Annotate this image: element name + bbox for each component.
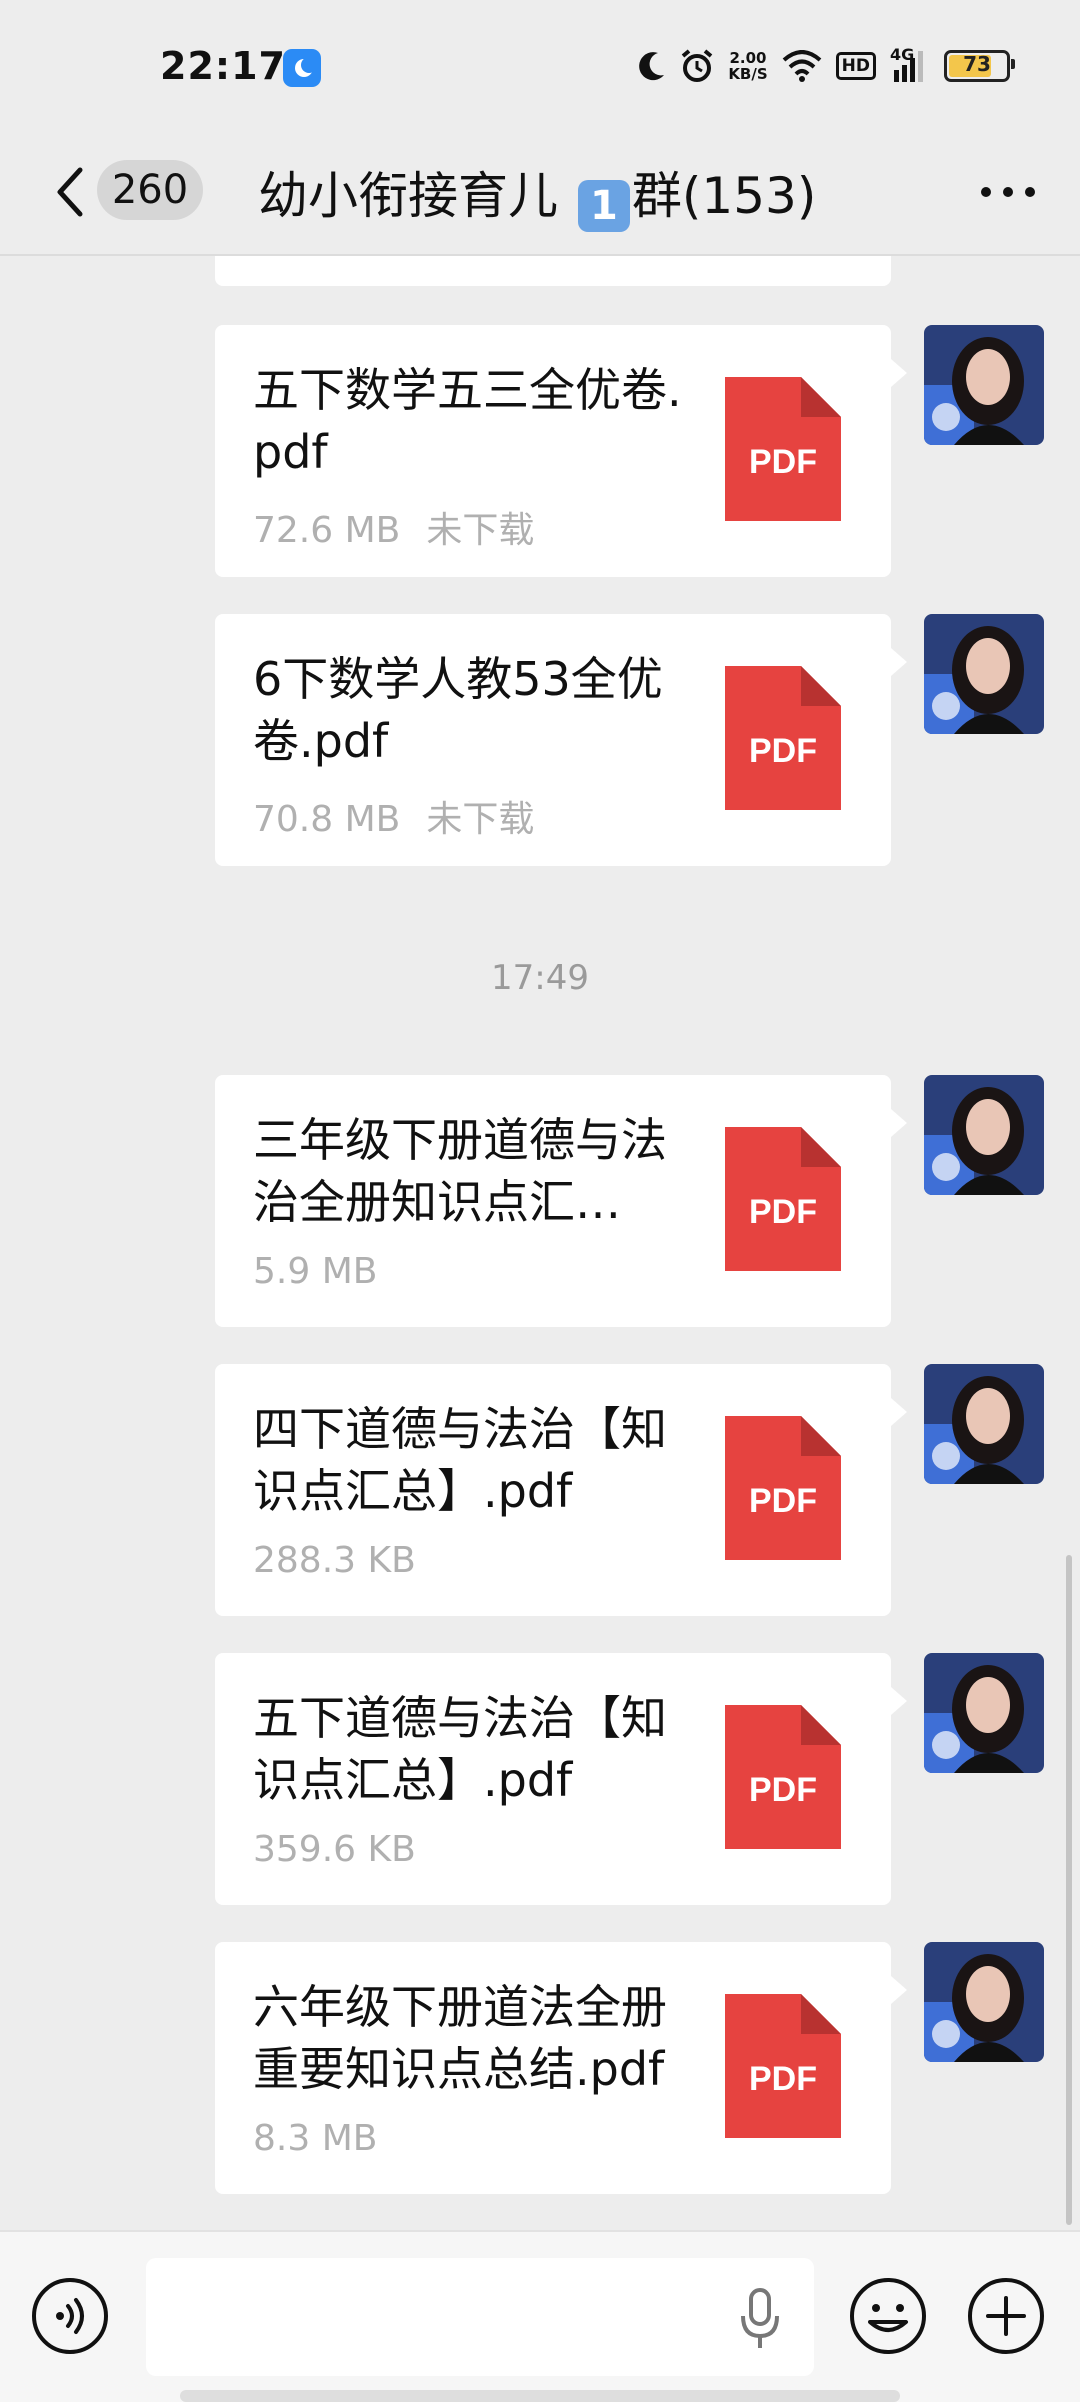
avatar-image	[924, 325, 1044, 445]
avatar[interactable]	[924, 614, 1044, 734]
pdf-icon: PDF	[725, 377, 841, 521]
file-name: 三年级下册道德与法治全册知识点汇…	[253, 1113, 667, 1229]
keycap-one-icon: 1	[577, 180, 630, 232]
net-speed-unit: KB/S	[728, 65, 768, 83]
pdf-label: PDF	[749, 1482, 817, 1520]
chat-title-suffix: 群(153)	[631, 167, 817, 225]
file-size: 5.9 MB	[253, 1251, 378, 1292]
file-name: 五下数学五三全优卷.pdf	[253, 363, 682, 479]
file-size: 359.6 KB	[253, 1829, 416, 1870]
plus-icon[interactable]	[966, 2276, 1046, 2356]
wifi-icon	[782, 50, 821, 82]
file-message[interactable]: 三年级下册道德与法治全册知识点汇… 5.9 MB PDF	[215, 1075, 907, 1327]
file-size: 288.3 KB	[253, 1540, 416, 1581]
chat-header: 260 幼小衔接育儿 1 群(153)	[0, 130, 1080, 256]
avatar-image	[924, 1653, 1044, 1773]
message-input[interactable]	[146, 2258, 814, 2376]
file-message[interactable]: 6下数学人教53全优卷.pdf 70.8 MB 未下载 PDF	[215, 614, 907, 866]
pdf-icon: PDF	[725, 1705, 841, 1849]
avatar[interactable]	[924, 1075, 1044, 1195]
more-icon[interactable]	[976, 172, 1040, 212]
back-icon[interactable]	[48, 164, 92, 220]
alarm-icon	[682, 49, 713, 82]
pdf-label: PDF	[749, 2060, 817, 2098]
file-meta: 5.9 MB	[253, 1251, 377, 1292]
file-message[interactable]: 六年级下册道法全册重要知识点总结.pdf 8.3 MB PDF	[215, 1942, 907, 2194]
file-meta: 359.6 KB	[253, 1829, 416, 1870]
pdf-icon: PDF	[725, 1416, 841, 1560]
signal-group: 4G	[890, 47, 930, 84]
file-name: 六年级下册道法全册重要知识点总结.pdf	[253, 1980, 667, 2096]
input-bar	[0, 2230, 1080, 2402]
download-status: 未下载	[426, 799, 535, 840]
status-time: 22:17	[160, 44, 286, 88]
download-status: 未下载	[426, 510, 535, 551]
battery-level: 73	[963, 52, 991, 76]
chat-title-text: 幼小衔接育儿	[258, 167, 574, 225]
avatar-image	[924, 1942, 1044, 2062]
file-size: 70.8 MB	[253, 799, 401, 840]
file-meta: 70.8 MB 未下载	[253, 790, 534, 842]
pdf-icon: PDF	[725, 666, 841, 810]
file-meta: 8.3 MB	[253, 2118, 377, 2159]
file-meta: 72.6 MB 未下载	[253, 501, 534, 553]
time-divider: 17:49	[491, 958, 589, 998]
avatar[interactable]	[924, 1364, 1044, 1484]
gesture-bar	[180, 2390, 900, 2402]
unread-count-badge[interactable]: 260	[97, 160, 203, 220]
net-speed: 2.00 KB/S	[728, 50, 767, 82]
avatar[interactable]	[924, 1653, 1044, 1773]
file-name: 五下道德与法治【知识点汇总】.pdf	[253, 1691, 667, 1807]
chat-title: 幼小衔接育儿 1 群(153)	[258, 156, 816, 232]
status-icons: 2.00 KB/S HD 4G 73	[636, 44, 1015, 88]
file-message[interactable]: 五下道德与法治【知识点汇总】.pdf 359.6 KB PDF	[215, 1653, 907, 1905]
avatar-image	[924, 1364, 1044, 1484]
file-size: 8.3 MB	[253, 2118, 378, 2159]
file-name: 四下道德与法治【知识点汇总】.pdf	[253, 1402, 667, 1518]
avatar-image	[924, 1075, 1044, 1195]
scrollbar[interactable]	[1066, 1555, 1072, 2225]
avatar[interactable]	[924, 325, 1044, 445]
pdf-label: PDF	[749, 732, 817, 770]
partial-message-bubble[interactable]	[215, 256, 891, 286]
net-speed-value: 2.00	[729, 49, 767, 67]
mic-icon[interactable]	[740, 2288, 780, 2352]
avatar[interactable]	[924, 1942, 1044, 2062]
file-meta: 288.3 KB	[253, 1540, 416, 1581]
moon-icon	[639, 52, 665, 81]
pdf-label: PDF	[749, 1193, 817, 1231]
status-bar: 22:17 2.00 KB/S HD 4G 73	[0, 0, 1080, 130]
pdf-label: PDF	[749, 1771, 817, 1809]
battery-icon: 73	[944, 50, 1015, 82]
file-name: 6下数学人教53全优卷.pdf	[253, 652, 663, 768]
app-notification-icon	[283, 49, 321, 87]
pdf-icon: PDF	[725, 1994, 841, 2138]
emoji-icon[interactable]	[848, 2276, 928, 2356]
pdf-label: PDF	[749, 443, 817, 481]
signal-icon	[894, 51, 923, 82]
hd-badge: HD	[835, 52, 876, 80]
file-message[interactable]: 五下数学五三全优卷.pdf 72.6 MB 未下载 PDF	[215, 325, 907, 577]
file-message[interactable]: 四下道德与法治【知识点汇总】.pdf 288.3 KB PDF	[215, 1364, 907, 1616]
file-size: 72.6 MB	[253, 510, 401, 551]
voice-icon[interactable]	[30, 2276, 110, 2356]
avatar-image	[924, 614, 1044, 734]
pdf-icon: PDF	[725, 1127, 841, 1271]
message-list[interactable]: 五下数学五三全优卷.pdf 72.6 MB 未下载 PDF 6下数学人教53全优卷…	[0, 256, 1080, 2230]
